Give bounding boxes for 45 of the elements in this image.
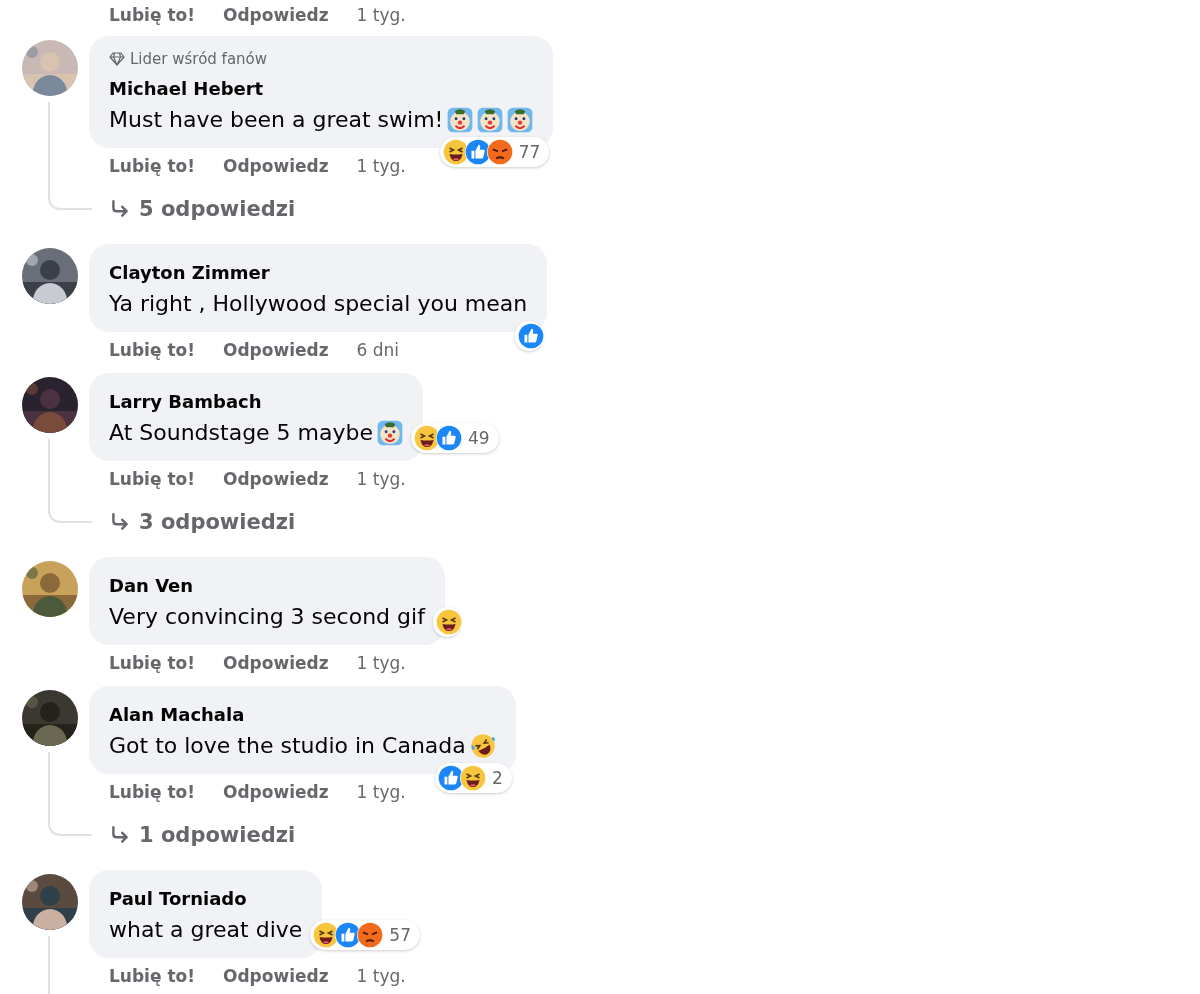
diamond-icon — [109, 51, 125, 67]
reply-arrow-icon — [109, 198, 131, 220]
comment-time[interactable]: 1 tyg. — [356, 156, 406, 176]
author-name[interactable]: Paul Torniado — [109, 884, 303, 914]
comment-text: Ya right , Hollywood special you mean — [109, 290, 528, 318]
reactions-summary[interactable]: 77 — [439, 137, 550, 167]
like-link[interactable]: Lubię to! — [109, 5, 195, 25]
author-name[interactable]: Alan Machala — [109, 700, 496, 730]
author-name[interactable]: Larry Bambach — [109, 387, 404, 417]
reply-link[interactable]: Odpowiedz — [222, 156, 329, 176]
comment-text: Must have been a great swim! — [109, 106, 444, 134]
comment-text: At Soundstage 5 maybe — [109, 419, 374, 447]
author-name[interactable]: Michael Hebert — [109, 74, 534, 104]
comment-time[interactable]: 1 tyg. — [356, 782, 406, 802]
comment-time[interactable]: 1 tyg. — [356, 966, 406, 986]
reply-link[interactable]: Odpowiedz — [222, 340, 329, 360]
badge-label: Lider wśród fanów — [130, 50, 268, 68]
comment-text: Got to love the studio in Canada — [109, 732, 466, 760]
comment-time[interactable]: 6 dni — [356, 340, 400, 360]
reply-arrow-icon — [109, 824, 131, 846]
author-name[interactable]: Clayton Zimmer — [109, 258, 528, 288]
view-replies-link[interactable]: 5 odpowiedzi — [109, 193, 296, 225]
view-replies-link[interactable]: 3 odpowiedzi — [109, 506, 296, 538]
reply-link[interactable]: Odpowiedz — [222, 469, 329, 489]
reply-link[interactable]: Odpowiedz — [222, 653, 329, 673]
like-link[interactable]: Lubię to! — [109, 156, 195, 176]
reactions-summary[interactable]: 49 — [411, 423, 499, 453]
like-link[interactable]: Lubię to! — [109, 340, 195, 360]
comment-time[interactable]: 1 tyg. — [356, 469, 406, 489]
like-link[interactable]: Lubię to! — [109, 469, 195, 489]
comment-time[interactable]: 1 tyg. — [356, 5, 406, 25]
reply-link[interactable]: Odpowiedz — [222, 782, 329, 802]
like-link[interactable]: Lubię to! — [109, 966, 195, 986]
reply-link[interactable]: Odpowiedz — [222, 966, 329, 986]
reactions-summary[interactable]: 57 — [310, 920, 420, 950]
like-link[interactable]: Lubię to! — [109, 782, 195, 802]
reply-arrow-icon — [109, 511, 131, 533]
view-replies-link[interactable]: 1 odpowiedzi — [109, 819, 296, 851]
comment-text: Very convincing 3 second gif — [109, 603, 425, 631]
author-name[interactable]: Dan Ven — [109, 571, 425, 601]
reactions-summary[interactable]: 2 — [434, 763, 512, 793]
reply-link[interactable]: Odpowiedz — [222, 5, 329, 25]
comment-text: what a great dive — [109, 916, 303, 944]
comment-time[interactable]: 1 tyg. — [356, 653, 406, 673]
like-link[interactable]: Lubię to! — [109, 653, 195, 673]
